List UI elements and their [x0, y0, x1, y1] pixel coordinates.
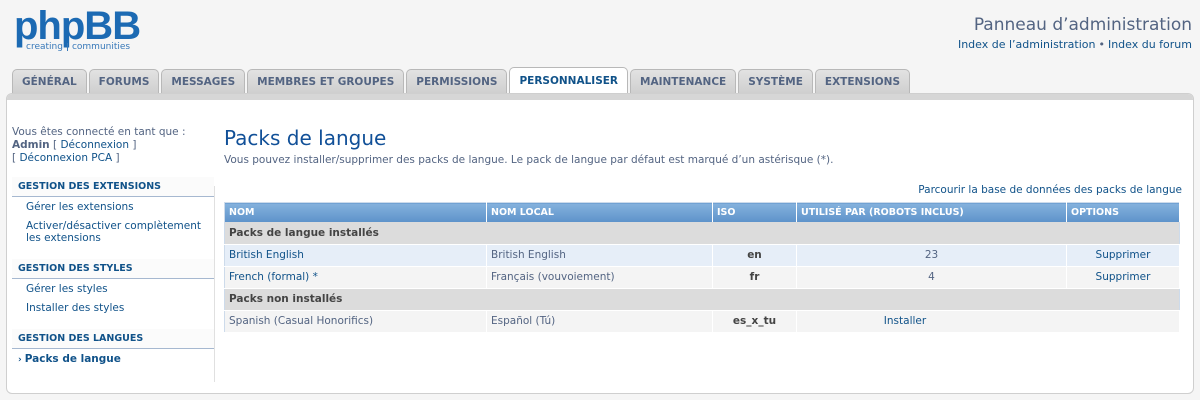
- sidebar-item-language-packs[interactable]: › Packs de langue: [12, 349, 214, 369]
- admin-index-link[interactable]: Index de l’administration: [958, 38, 1095, 51]
- lang-used-by: 4: [796, 266, 1067, 289]
- main-content: Packs de langue Vous pouvez installer/su…: [224, 126, 1182, 333]
- sidebar: Vous êtes connecté en tant que : Admin […: [12, 126, 214, 369]
- logo-text: phpBB: [14, 4, 141, 48]
- lang-used-by: 23: [796, 244, 1067, 267]
- table-row: Spanish (Casual Honorifics) Español (Tú)…: [224, 310, 1180, 333]
- lang-name[interactable]: French (formal) *: [224, 266, 487, 289]
- sidebar-item-manage-extensions[interactable]: Gérer les extensions: [12, 197, 214, 216]
- sidebar-item-toggle-extensions[interactable]: Activer/désactiver complètement les exte…: [12, 216, 214, 247]
- delete-link[interactable]: Supprimer: [1066, 244, 1180, 267]
- user-info: Vous êtes connecté en tant que : Admin […: [12, 126, 214, 165]
- phpbb-logo[interactable]: phpBB creating communities: [14, 4, 154, 58]
- section-label: Packs non installés: [224, 288, 1180, 311]
- lang-iso: fr: [712, 266, 797, 289]
- sidebar-item-manage-styles[interactable]: Gérer les styles: [12, 279, 214, 298]
- tab-system[interactable]: SYSTÈME: [738, 69, 813, 93]
- lang-iso: en: [712, 244, 797, 267]
- table-row: French (formal) * Français (vouvoiement)…: [224, 266, 1180, 289]
- sidebar-item-label: Packs de langue: [24, 353, 121, 365]
- col-name-header: NOM: [224, 202, 487, 222]
- menu-languages: GESTION DES LANGUES › Packs de langue: [12, 329, 214, 369]
- tab-customise[interactable]: PERSONNALISER: [509, 67, 629, 93]
- lang-local-name: British English: [486, 244, 713, 267]
- logout-link[interactable]: Déconnexion: [60, 139, 129, 151]
- lang-iso: es_x_tu: [712, 310, 797, 333]
- col-used-by-header: UTILISÉ PAR (ROBOTS INCLUS): [796, 202, 1067, 222]
- page-description: Vous pouvez installer/supprimer des pack…: [224, 154, 834, 166]
- col-local-name-header: NOM LOCAL: [486, 202, 713, 222]
- page-header-title: Panneau d’administration: [973, 15, 1192, 35]
- logo-tagline-right: communities: [71, 42, 131, 52]
- tab-maintenance[interactable]: MAINTENANCE: [630, 69, 737, 93]
- logo-tagline-divider: [66, 43, 68, 51]
- col-iso-header: ISO: [712, 202, 797, 222]
- table-header-row: NOM NOM LOCAL ISO UTILISÉ PAR (ROBOTS IN…: [224, 202, 1180, 222]
- col-options-header: OPTIONS: [1066, 202, 1180, 222]
- logout-acp-link[interactable]: Déconnexion PCA: [19, 152, 112, 164]
- language-packs-table: NOM NOM LOCAL ISO UTILISÉ PAR (ROBOTS IN…: [224, 202, 1180, 333]
- header-links: Index de l’administration • Index du forum: [958, 38, 1192, 51]
- lang-local-name: Français (vouvoiement): [486, 266, 713, 289]
- page-title: Packs de langue: [224, 126, 387, 150]
- tab-messages[interactable]: MESSAGES: [161, 69, 246, 93]
- menu-heading-extensions: GESTION DES EXTENSIONS: [12, 177, 214, 197]
- delete-link[interactable]: Supprimer: [1066, 266, 1180, 289]
- sidebar-item-install-styles[interactable]: Installer des styles: [12, 298, 214, 317]
- menu-heading-styles: GESTION DES STYLES: [12, 259, 214, 279]
- tab-members-groups[interactable]: MEMBRES ET GROUPES: [247, 69, 405, 93]
- section-row-not-installed: Packs non installés: [224, 288, 1180, 311]
- sidebar-divider: [214, 186, 215, 382]
- menu-extensions: GESTION DES EXTENSIONS Gérer les extensi…: [12, 177, 214, 247]
- tab-forums[interactable]: FORUMS: [88, 69, 160, 93]
- link-separator: •: [1098, 38, 1105, 51]
- browse-language-db-link[interactable]: Parcourir la base de données des packs d…: [224, 184, 1182, 196]
- install-link[interactable]: Installer: [796, 310, 1180, 333]
- logged-in-text: Vous êtes connecté en tant que :: [12, 126, 186, 138]
- tab-general[interactable]: GÉNÉRAL: [12, 69, 87, 93]
- section-label: Packs de langue installés: [224, 222, 1180, 245]
- tab-extensions[interactable]: EXTENSIONS: [814, 69, 911, 93]
- section-row-installed: Packs de langue installés: [224, 222, 1180, 245]
- active-arrow-icon: ›: [18, 355, 22, 365]
- username: Admin: [12, 139, 50, 151]
- lang-name: Spanish (Casual Honorifics): [224, 310, 487, 333]
- lang-local-name: Español (Tú): [486, 310, 713, 333]
- lang-name[interactable]: British English: [224, 244, 487, 267]
- menu-heading-languages: GESTION DES LANGUES: [12, 329, 214, 349]
- forum-index-link[interactable]: Index du forum: [1108, 38, 1192, 51]
- header-right: Panneau d’administration Index de l’admi…: [958, 15, 1192, 51]
- table-row: British English British English en 23 Su…: [224, 244, 1180, 267]
- logo-tagline-left: creating: [26, 42, 63, 52]
- panel-topbar: [7, 94, 1193, 100]
- tab-permissions[interactable]: PERMISSIONS: [406, 69, 508, 93]
- menu-styles: GESTION DES STYLES Gérer les styles Inst…: [12, 259, 214, 317]
- main-tabs: GÉNÉRAL FORUMS MESSAGES MEMBRES ET GROUP…: [12, 67, 911, 93]
